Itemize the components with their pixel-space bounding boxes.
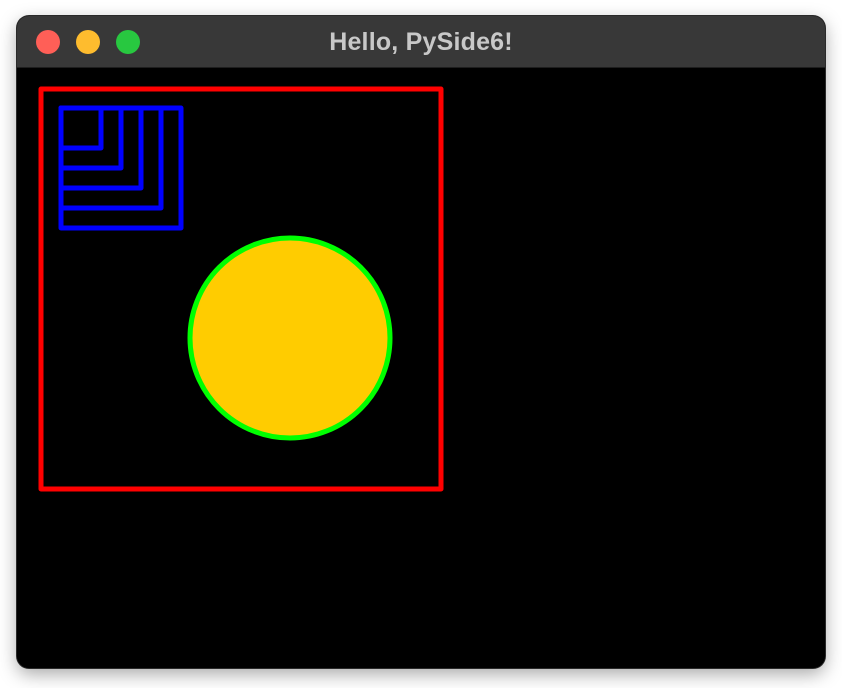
- blue-square: [58, 105, 164, 211]
- blue-square: [58, 105, 124, 171]
- drawing-canvas: [17, 68, 825, 668]
- drawing-surface: [38, 86, 444, 492]
- title-bar[interactable]: Hello, PySide6!: [17, 16, 825, 68]
- app-window: Hello, PySide6!: [17, 16, 825, 668]
- blue-square: [58, 105, 104, 151]
- yellow-circle: [187, 235, 393, 441]
- window-title: Hello, PySide6!: [329, 28, 513, 56]
- nested-squares: [58, 105, 184, 231]
